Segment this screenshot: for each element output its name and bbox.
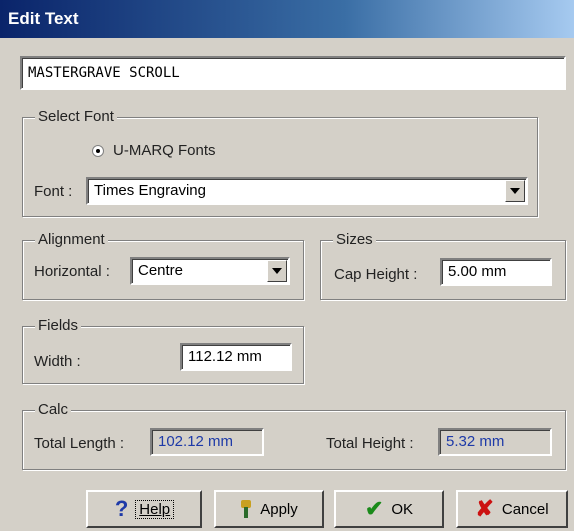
width-label: Width : (34, 353, 81, 370)
horizontal-select-value: Centre (138, 262, 184, 279)
fields-label: Fields (35, 317, 82, 334)
total-height-value: 5.32 mm (438, 428, 552, 456)
width-input[interactable]: 112.12 mm (180, 343, 292, 371)
edit-text-dialog: Edit Text MASTERGRAVE SCROLL Select Font… (0, 0, 574, 531)
text-input[interactable]: MASTERGRAVE SCROLL (20, 56, 566, 90)
total-height-label: Total Height : (326, 435, 414, 452)
window-title: Edit Text (8, 9, 79, 28)
font-label: Font : (34, 183, 73, 200)
chevron-down-icon (272, 268, 282, 274)
u-marq-fonts-radio[interactable] (92, 145, 104, 157)
help-button-label: Help (135, 499, 175, 519)
help-button[interactable]: ? Help (86, 490, 202, 528)
cancel-button[interactable]: ✘ Cancel (456, 490, 568, 528)
apply-icon (240, 500, 252, 518)
font-select[interactable]: Times Engraving (86, 177, 528, 205)
ok-button[interactable]: ✔ OK (334, 490, 444, 528)
cancel-button-label: Cancel (501, 500, 549, 518)
chevron-down-icon (510, 188, 520, 194)
alignment-label: Alignment (35, 231, 108, 248)
close-icon: ✘ (475, 496, 494, 521)
cap-height-input[interactable]: 5.00 mm (440, 258, 552, 286)
ok-button-label: OK (391, 500, 414, 518)
u-marq-fonts-label[interactable]: U-MARQ Fonts (113, 142, 216, 159)
select-font-label: Select Font (35, 108, 117, 125)
cap-height-label: Cap Height : (334, 266, 418, 283)
apply-button[interactable]: Apply (214, 490, 324, 528)
checkmark-icon: ✔ (364, 496, 384, 521)
calc-label: Calc (35, 401, 72, 418)
total-length-value: 102.12 mm (150, 428, 264, 456)
title-bar[interactable]: Edit Text (0, 0, 574, 38)
total-length-label: Total Length : (34, 435, 125, 452)
sizes-label: Sizes (333, 231, 376, 248)
font-select-value: Times Engraving (94, 182, 206, 199)
horizontal-dropdown-button[interactable] (267, 260, 287, 282)
apply-button-label: Apply (260, 500, 298, 518)
horizontal-label: Horizontal : (34, 263, 110, 280)
font-dropdown-button[interactable] (505, 180, 525, 202)
help-icon: ? (114, 496, 129, 521)
horizontal-select[interactable]: Centre (130, 257, 290, 285)
